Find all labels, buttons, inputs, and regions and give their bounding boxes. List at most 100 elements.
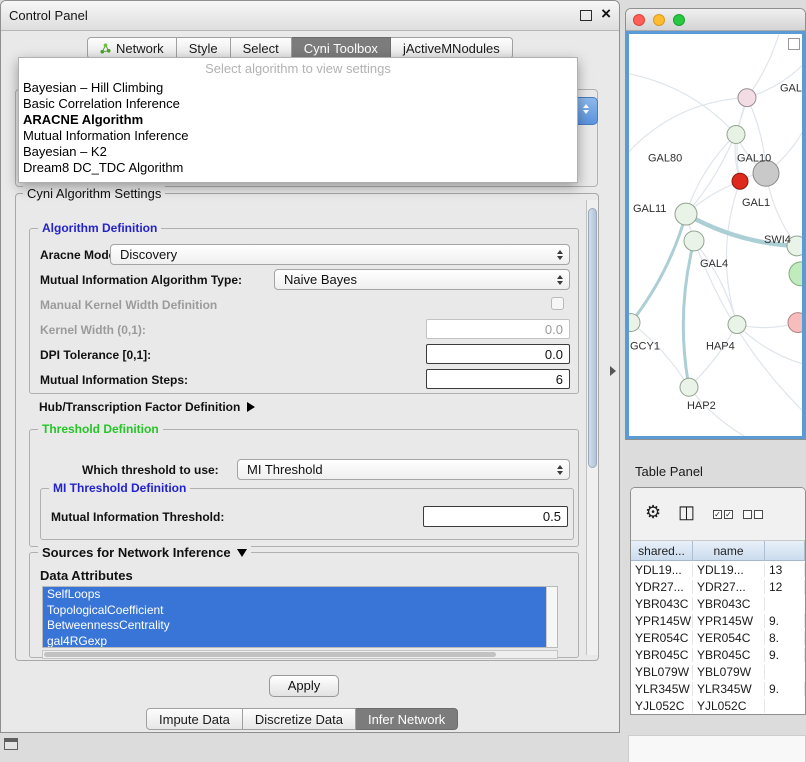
kernel-width-input[interactable] — [426, 319, 570, 339]
column-header[interactable] — [765, 541, 805, 560]
columns-icon[interactable]: ◫ — [678, 502, 695, 522]
table-row[interactable]: YBR043CYBR043C — [631, 595, 805, 612]
minimize-traffic-light[interactable] — [653, 14, 665, 26]
algorithm-option[interactable]: Basic Correlation Inference — [19, 96, 577, 112]
table-cell: YDR27... — [693, 580, 765, 594]
network-edge[interactable] — [689, 325, 737, 388]
kernel-width-label: Kernel Width (0,1): — [40, 323, 146, 337]
algorithm-dropdown-list: Select algorithm to view settings Bayesi… — [18, 57, 578, 183]
zoom-traffic-light[interactable] — [673, 14, 685, 26]
table-row[interactable]: YBL079WYBL079W — [631, 663, 805, 680]
network-node-gal1-red[interactable] — [732, 173, 748, 189]
control-panel-titlebar[interactable]: Control Panel × — [1, 1, 619, 31]
table-panel-window: ⚙ ◫ ✓ ✓ shared...name YDL19...YDL19...13… — [630, 487, 806, 715]
hub-transcription-factor-section[interactable]: Hub/Transcription Factor Definition — [39, 400, 255, 414]
tab-label: Impute Data — [159, 712, 230, 727]
network-node-gal11[interactable] — [675, 203, 697, 225]
combo-arrows-icon — [583, 104, 589, 114]
float-window-icon[interactable] — [580, 10, 592, 21]
network-edge[interactable] — [631, 214, 686, 322]
table-row[interactable]: YJL052CYJL052C — [631, 697, 805, 714]
scrollbar-thumb[interactable] — [588, 208, 597, 468]
table-cell: YDR27... — [631, 580, 693, 594]
network-node-pink-top[interactable] — [738, 89, 756, 107]
mi-threshold-input[interactable] — [423, 506, 568, 527]
table-row[interactable]: YLR345WYLR345W9. — [631, 680, 805, 697]
data-attributes-list[interactable]: SelfLoopsTopologicalCoefficientBetweenne… — [42, 586, 558, 648]
close-traffic-light[interactable] — [633, 14, 645, 26]
data-attribute-item[interactable]: gal4RGexp — [43, 634, 546, 649]
expanded-arrow-icon[interactable] — [237, 549, 247, 557]
network-node-green-right[interactable] — [789, 262, 802, 286]
bottom-tab-infer-network[interactable]: Infer Network — [356, 708, 458, 730]
gear-icon[interactable]: ⚙ — [645, 502, 661, 522]
dpi-tolerance-input[interactable] — [426, 344, 570, 364]
aracne-mode-value: Discovery — [120, 247, 177, 262]
algorithm-option[interactable]: Dream8 DC_TDC Algorithm — [19, 160, 577, 176]
network-edge[interactable] — [683, 241, 694, 387]
restore-panel-icon[interactable] — [4, 738, 18, 750]
bottom-tab-discretize-data[interactable]: Discretize Data — [243, 708, 356, 730]
tab-label: Select — [243, 41, 279, 56]
table-row[interactable]: YER054CYER054C8. — [631, 629, 805, 646]
close-icon[interactable]: × — [601, 4, 611, 24]
settings-group-title: Cyni Algorithm Settings — [23, 186, 165, 201]
network-node-pink-right[interactable] — [788, 313, 802, 333]
column-header[interactable]: shared... — [631, 541, 693, 560]
deselect-all-checks-icon[interactable] — [743, 510, 763, 519]
bottom-tab-impute-data[interactable]: Impute Data — [146, 708, 243, 730]
table-row[interactable]: YDL19...YDL19...13 — [631, 561, 805, 578]
tab-select[interactable]: Select — [231, 37, 292, 59]
table-cell: YBL079W — [631, 665, 693, 679]
algorithm-option[interactable]: Bayesian – Hill Climbing — [19, 80, 577, 96]
settings-scrollbar[interactable] — [586, 200, 598, 655]
attribute-list-hscrollbar[interactable] — [42, 650, 558, 659]
network-edge[interactable] — [726, 181, 740, 324]
network-window-titlebar[interactable] — [626, 9, 805, 31]
table-cell: YPR145W — [693, 614, 765, 628]
table-row[interactable]: YDR27...YDR27...12 — [631, 578, 805, 595]
network-node-gal4[interactable] — [684, 231, 704, 251]
tab-jactivemnodules[interactable]: jActiveMNodules — [391, 37, 513, 59]
data-attribute-item[interactable]: SelfLoops — [43, 587, 546, 603]
network-edge[interactable] — [686, 135, 736, 215]
panel-splitter-handle[interactable] — [610, 366, 616, 376]
algorithm-option[interactable]: ARACNE Algorithm — [19, 112, 577, 128]
sources-section-header[interactable]: Sources for Network Inference — [38, 545, 251, 560]
table-row[interactable]: YBR045CYBR045C9. — [631, 646, 805, 663]
attribute-list-scrollbar[interactable] — [546, 587, 557, 647]
network-edge[interactable] — [629, 98, 747, 152]
manual-kernel-checkbox[interactable] — [551, 297, 564, 310]
which-threshold-select[interactable]: MI Threshold — [237, 459, 570, 480]
algorithm-option[interactable]: Bayesian – K2 — [19, 144, 577, 160]
column-header[interactable]: name — [693, 541, 765, 560]
node-label-gal80: GAL80 — [648, 152, 682, 164]
network-node-hap4[interactable] — [728, 316, 746, 334]
mi-steps-input[interactable] — [426, 369, 570, 389]
aracne-mode-select[interactable]: Discovery — [110, 244, 570, 265]
mi-type-select[interactable]: Naive Bayes — [274, 269, 570, 290]
network-node-hap2[interactable] — [680, 378, 698, 396]
network-edge[interactable] — [631, 323, 689, 388]
network-node-green-upper[interactable] — [727, 126, 745, 144]
select-all-checks-icon[interactable]: ✓ ✓ — [713, 510, 733, 519]
scrollbar-thumb[interactable] — [44, 652, 496, 657]
algorithm-option[interactable]: Mutual Information Inference — [19, 128, 577, 144]
tab-network[interactable]: Network — [87, 37, 177, 59]
network-edge[interactable] — [747, 34, 779, 98]
data-attribute-item[interactable]: TopologicalCoefficient — [43, 603, 546, 619]
collapsed-arrow-icon[interactable] — [247, 402, 255, 412]
network-edge[interactable] — [629, 74, 736, 135]
scrollbar-corner — [788, 38, 800, 50]
table-row[interactable]: YPR145WYPR145W9. — [631, 612, 805, 629]
apply-button[interactable]: Apply — [269, 675, 339, 697]
table-cell: YBR043C — [693, 597, 765, 611]
table-cell: YBR045C — [631, 648, 693, 662]
tab-style[interactable]: Style — [177, 37, 231, 59]
data-attribute-item[interactable]: BetweennessCentrality — [43, 618, 546, 634]
network-canvas[interactable]: GAL7GAL80GAL10GAL11GAL1SWI4GAL4GCY1HAP4H… — [626, 31, 805, 439]
table-header-row: shared...name — [631, 541, 805, 561]
node-label-gal1: GAL1 — [742, 197, 770, 209]
tab-cyni-toolbox[interactable]: Cyni Toolbox — [292, 37, 391, 59]
network-edge[interactable] — [694, 241, 737, 325]
